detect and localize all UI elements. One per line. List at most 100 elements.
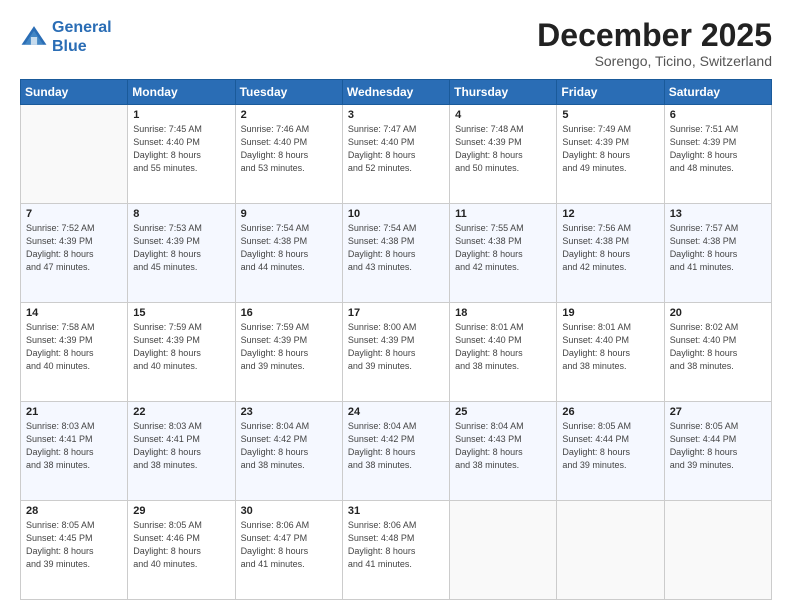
calendar-week-4: 21Sunrise: 8:03 AM Sunset: 4:41 PM Dayli… [21,402,772,501]
day-number: 10 [348,208,444,220]
day-info: Sunrise: 7:47 AM Sunset: 4:40 PM Dayligh… [348,123,444,175]
day-info: Sunrise: 7:55 AM Sunset: 4:38 PM Dayligh… [455,222,551,274]
calendar-cell-week2-day7: 13 Sunrise: 7:57 AM Sunset: 4:38 PM Dayli… [664,204,771,303]
day-info: Sunrise: 8:05 AM Sunset: 4:46 PM Dayligh… [133,519,229,571]
day-number: 23 [241,406,337,418]
day-info: Sunrise: 8:05 AM Sunset: 4:45 PM Dayligh… [26,519,122,571]
calendar-cell-week1-day5: 4Sunrise: 7:48 AM Sunset: 4:39 PM Daylig… [450,105,557,204]
day-number: 8 [133,208,229,220]
day-info: Sunrise: 8:01 AM Sunset: 4:40 PM Dayligh… [562,321,658,373]
calendar-cell-week5-day5 [450,501,557,600]
day-number: 17 [348,307,444,319]
day-number: 11 [455,208,551,220]
calendar-cell-week5-day7 [664,501,771,600]
day-number: 31 [348,505,444,517]
calendar-cell-week4-day6: 26 Sunrise: 8:05 AM Sunset: 4:44 PM Dayli… [557,402,664,501]
day-info: Sunrise: 8:00 AM Sunset: 4:39 PM Dayligh… [348,321,444,373]
day-info: Sunrise: 7:52 AM Sunset: 4:39 PM Dayligh… [26,222,122,274]
calendar-cell-week5-day3: 30Sunrise: 8:06 AM Sunset: 4:47 PM Dayli… [235,501,342,600]
day-number: 26 [562,406,658,418]
calendar-cell-week2-day4: 10 Sunrise: 7:54 AM Sunset: 4:38 PM Dayli… [342,204,449,303]
calendar-cell-week1-day7: 6 Sunrise: 7:51 AM Sunset: 4:39 PM Daylig… [664,105,771,204]
logo-text: General Blue [52,18,112,56]
calendar-cell-week2-day3: 9 Sunrise: 7:54 AM Sunset: 4:38 PM Daylig… [235,204,342,303]
day-info: Sunrise: 8:04 AM Sunset: 4:42 PM Dayligh… [348,420,444,472]
calendar-cell-week4-day5: 25 Sunrise: 8:04 AM Sunset: 4:43 PM Dayli… [450,402,557,501]
day-info: Sunrise: 7:48 AM Sunset: 4:39 PM Dayligh… [455,123,551,175]
calendar-cell-week3-day3: 16 Sunrise: 7:59 AM Sunset: 4:39 PM Dayli… [235,303,342,402]
calendar-cell-week4-day1: 21Sunrise: 8:03 AM Sunset: 4:41 PM Dayli… [21,402,128,501]
title-block: December 2025 Sorengo, Ticino, Switzerla… [537,18,772,69]
day-info: Sunrise: 8:03 AM Sunset: 4:41 PM Dayligh… [26,420,122,472]
day-number: 15 [133,307,229,319]
day-number: 22 [133,406,229,418]
day-number: 19 [562,307,658,319]
calendar-week-3: 14Sunrise: 7:58 AM Sunset: 4:39 PM Dayli… [21,303,772,402]
logo: General Blue [20,18,112,56]
weekday-header-saturday: Saturday [664,80,771,105]
calendar-cell-week3-day6: 19 Sunrise: 8:01 AM Sunset: 4:40 PM Dayli… [557,303,664,402]
day-info: Sunrise: 8:02 AM Sunset: 4:40 PM Dayligh… [670,321,766,373]
weekday-header-thursday: Thursday [450,80,557,105]
day-number: 14 [26,307,122,319]
calendar-cell-week4-day2: 22 Sunrise: 8:03 AM Sunset: 4:41 PM Dayli… [128,402,235,501]
day-number: 3 [348,109,444,121]
day-info: Sunrise: 7:46 AM Sunset: 4:40 PM Dayligh… [241,123,337,175]
weekday-header-monday: Monday [128,80,235,105]
weekday-header-row: SundayMondayTuesdayWednesdayThursdayFrid… [21,80,772,105]
day-number: 18 [455,307,551,319]
day-info: Sunrise: 7:49 AM Sunset: 4:39 PM Dayligh… [562,123,658,175]
calendar-cell-week4-day4: 24 Sunrise: 8:04 AM Sunset: 4:42 PM Dayli… [342,402,449,501]
calendar-cell-week2-day2: 8Sunrise: 7:53 AM Sunset: 4:39 PM Daylig… [128,204,235,303]
day-number: 20 [670,307,766,319]
day-number: 5 [562,109,658,121]
day-info: Sunrise: 7:45 AM Sunset: 4:40 PM Dayligh… [133,123,229,175]
day-info: Sunrise: 7:51 AM Sunset: 4:39 PM Dayligh… [670,123,766,175]
day-number: 2 [241,109,337,121]
day-number: 29 [133,505,229,517]
calendar-cell-week2-day5: 11 Sunrise: 7:55 AM Sunset: 4:38 PM Dayli… [450,204,557,303]
day-info: Sunrise: 8:05 AM Sunset: 4:44 PM Dayligh… [670,420,766,472]
day-info: Sunrise: 7:59 AM Sunset: 4:39 PM Dayligh… [133,321,229,373]
calendar-cell-week5-day2: 29 Sunrise: 8:05 AM Sunset: 4:46 PM Dayli… [128,501,235,600]
day-info: Sunrise: 7:54 AM Sunset: 4:38 PM Dayligh… [348,222,444,274]
page: General Blue December 2025 Sorengo, Tici… [0,0,792,612]
day-number: 16 [241,307,337,319]
weekday-header-sunday: Sunday [21,80,128,105]
day-info: Sunrise: 8:01 AM Sunset: 4:40 PM Dayligh… [455,321,551,373]
day-info: Sunrise: 8:05 AM Sunset: 4:44 PM Dayligh… [562,420,658,472]
day-info: Sunrise: 7:57 AM Sunset: 4:38 PM Dayligh… [670,222,766,274]
calendar-cell-week5-day4: 31Sunrise: 8:06 AM Sunset: 4:48 PM Dayli… [342,501,449,600]
day-number: 1 [133,109,229,121]
logo-icon [20,23,48,51]
calendar-table: SundayMondayTuesdayWednesdayThursdayFrid… [20,79,772,600]
day-info: Sunrise: 8:04 AM Sunset: 4:43 PM Dayligh… [455,420,551,472]
day-number: 13 [670,208,766,220]
weekday-header-friday: Friday [557,80,664,105]
calendar-cell-week3-day2: 15 Sunrise: 7:59 AM Sunset: 4:39 PM Dayli… [128,303,235,402]
day-number: 25 [455,406,551,418]
day-info: Sunrise: 8:06 AM Sunset: 4:47 PM Dayligh… [241,519,337,571]
calendar-cell-week1-day4: 3 Sunrise: 7:47 AM Sunset: 4:40 PM Daylig… [342,105,449,204]
logo-line2: Blue [52,38,87,55]
day-number: 9 [241,208,337,220]
day-number: 27 [670,406,766,418]
month-title: December 2025 [537,18,772,53]
location-subtitle: Sorengo, Ticino, Switzerland [537,53,772,69]
calendar-cell-week1-day3: 2 Sunrise: 7:46 AM Sunset: 4:40 PM Daylig… [235,105,342,204]
day-info: Sunrise: 7:54 AM Sunset: 4:38 PM Dayligh… [241,222,337,274]
day-number: 12 [562,208,658,220]
logo-line1: General [52,19,112,36]
calendar-cell-week3-day1: 14Sunrise: 7:58 AM Sunset: 4:39 PM Dayli… [21,303,128,402]
calendar-cell-week1-day2: 1 Sunrise: 7:45 AM Sunset: 4:40 PM Daylig… [128,105,235,204]
header: General Blue December 2025 Sorengo, Tici… [20,18,772,69]
weekday-header-tuesday: Tuesday [235,80,342,105]
weekday-header-wednesday: Wednesday [342,80,449,105]
day-number: 6 [670,109,766,121]
calendar-cell-week4-day3: 23Sunrise: 8:04 AM Sunset: 4:42 PM Dayli… [235,402,342,501]
day-number: 24 [348,406,444,418]
day-info: Sunrise: 7:59 AM Sunset: 4:39 PM Dayligh… [241,321,337,373]
day-info: Sunrise: 8:03 AM Sunset: 4:41 PM Dayligh… [133,420,229,472]
calendar-cell-week5-day1: 28 Sunrise: 8:05 AM Sunset: 4:45 PM Dayli… [21,501,128,600]
day-number: 28 [26,505,122,517]
